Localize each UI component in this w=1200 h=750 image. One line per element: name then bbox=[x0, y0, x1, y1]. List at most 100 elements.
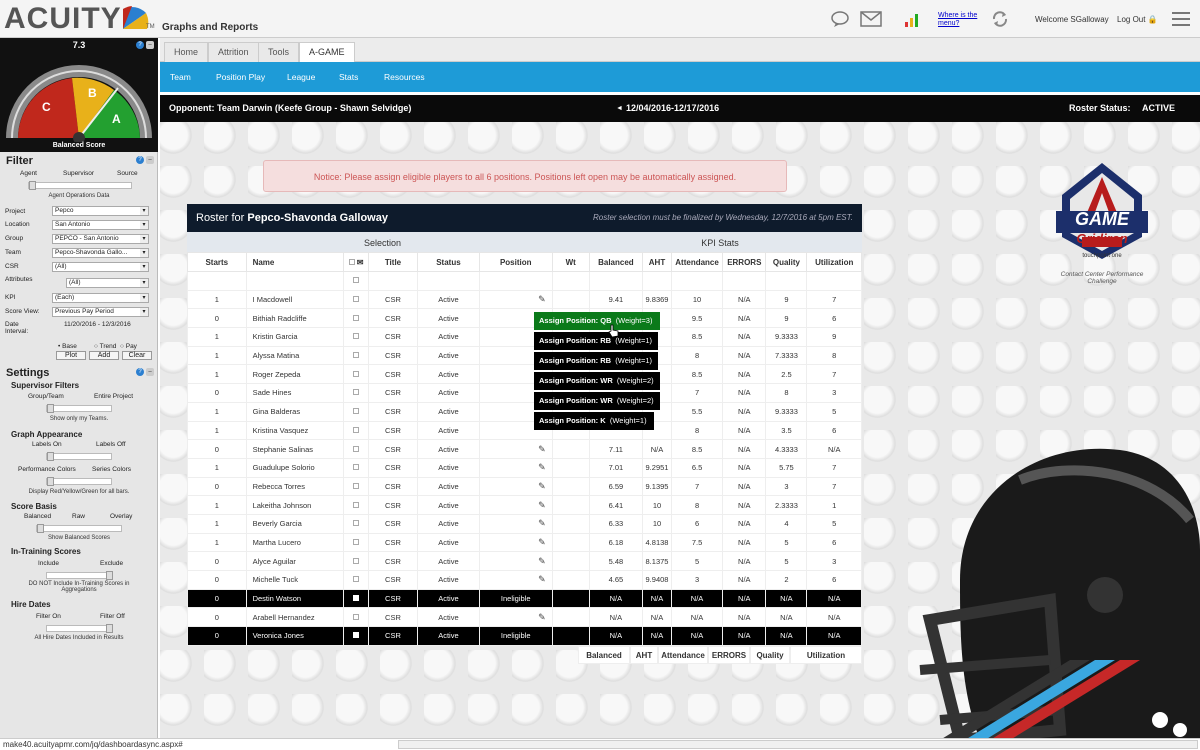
tab-attrition[interactable]: Attrition bbox=[208, 42, 259, 62]
subnav-team[interactable]: Team bbox=[170, 72, 191, 82]
table-row[interactable]: 0 Sade Hines CSR Active 7 N/A 8 3 bbox=[187, 383, 862, 403]
row-checkbox[interactable] bbox=[352, 576, 359, 583]
table-row[interactable]: 1 Lakeitha Johnson CSR Active ✎ 6.41 10 8 N/A 2.3… bbox=[187, 495, 862, 515]
row-checkbox[interactable] bbox=[352, 389, 359, 396]
where-is-menu-link[interactable]: Where is the menu? bbox=[938, 12, 978, 28]
plot-button[interactable]: Plot bbox=[56, 351, 86, 360]
collapse-icon[interactable]: – bbox=[146, 368, 154, 376]
scope-slider[interactable] bbox=[28, 181, 132, 190]
edit-position-icon[interactable]: ✎ bbox=[538, 537, 546, 548]
row-checkbox[interactable] bbox=[352, 445, 359, 452]
base-radio[interactable]: • Base bbox=[58, 343, 77, 350]
bar-chart-icon[interactable] bbox=[904, 10, 922, 28]
edit-position-icon[interactable]: ✎ bbox=[538, 500, 546, 511]
in-training-slider[interactable] bbox=[46, 571, 113, 580]
row-checkbox[interactable] bbox=[352, 370, 359, 377]
col-quality[interactable]: Quality bbox=[765, 252, 808, 272]
row-checkbox[interactable] bbox=[352, 333, 359, 340]
row-checkbox[interactable] bbox=[352, 595, 359, 602]
edit-position-icon[interactable]: ✎ bbox=[538, 481, 546, 492]
row-checkbox[interactable] bbox=[352, 296, 359, 303]
trend-radio[interactable]: ○ Trend bbox=[94, 343, 116, 350]
colors-slider[interactable] bbox=[46, 477, 112, 486]
supervisor-filter-slider[interactable] bbox=[46, 404, 112, 413]
col-select-all[interactable]: ✉ bbox=[343, 252, 369, 272]
col-name[interactable]: Name bbox=[245, 252, 345, 272]
tab-tools[interactable]: Tools bbox=[258, 42, 300, 62]
clear-button[interactable]: Clear bbox=[122, 351, 152, 360]
table-row[interactable]: 1 Martha Lucero CSR Active ✎ 6.18 4.8138 7.5 N/A… bbox=[187, 532, 862, 553]
edit-position-icon[interactable]: ✎ bbox=[538, 444, 546, 455]
edit-position-icon[interactable]: ✎ bbox=[538, 556, 546, 567]
row-checkbox[interactable] bbox=[352, 314, 359, 321]
table-row[interactable]: 0 Veronica Jones CSR Active Ineligible N/A N/A… bbox=[187, 626, 862, 646]
row-checkbox[interactable] bbox=[352, 426, 359, 433]
col-title[interactable]: Title bbox=[367, 252, 419, 272]
assign-k-option[interactable]: Assign Position: K (Weight=1) bbox=[534, 412, 654, 430]
edit-position-icon[interactable]: ✎ bbox=[538, 294, 546, 305]
col-position[interactable]: Position bbox=[478, 252, 553, 272]
hamburger-menu-icon[interactable] bbox=[1172, 12, 1190, 26]
prev-period-icon[interactable]: ◄ bbox=[616, 95, 623, 122]
table-row[interactable]: 0 Stephanie Salinas CSR Active ✎ 7.11 N/A 8.5 N/… bbox=[187, 439, 862, 459]
row-checkbox[interactable] bbox=[352, 408, 359, 415]
edit-position-icon[interactable]: ✎ bbox=[538, 462, 546, 473]
location-select[interactable]: San Antonio bbox=[52, 220, 149, 230]
row-checkbox[interactable] bbox=[352, 632, 359, 639]
help-icon[interactable]: ? bbox=[136, 368, 144, 376]
col-status[interactable]: Status bbox=[417, 252, 480, 272]
col-errors[interactable]: ERRORS bbox=[722, 252, 767, 272]
row-checkbox[interactable] bbox=[352, 520, 359, 527]
mail-icon[interactable] bbox=[860, 10, 882, 28]
assign-wr-option[interactable]: Assign Position: WR (Weight=2) bbox=[534, 372, 660, 390]
help-icon[interactable]: ? bbox=[136, 156, 144, 164]
table-row[interactable]: 1 Beverly Garcia CSR Active ✎ 6.33 10 6 N/A 4 5 bbox=[187, 513, 862, 534]
kpi-select[interactable]: (Each) bbox=[52, 293, 149, 303]
subnav-resources[interactable]: Resources bbox=[384, 72, 425, 82]
table-row[interactable]: 0 Destin Watson CSR Active Ineligible N/A N/A N… bbox=[187, 588, 862, 609]
score-basis-slider[interactable] bbox=[36, 524, 122, 533]
row-checkbox[interactable] bbox=[352, 613, 359, 620]
logout-link[interactable]: Log Out 🔒 bbox=[1117, 15, 1158, 24]
hire-dates-slider[interactable] bbox=[46, 624, 113, 633]
table-row[interactable]: 1 Alyssa Matina CSR Active 8 N/A 7.3333 8 bbox=[187, 345, 862, 366]
assign-qb-option[interactable]: Assign Position: QB (Weight=3) bbox=[534, 312, 660, 330]
col-starts[interactable]: Starts bbox=[187, 252, 247, 272]
attributes-select[interactable]: (All) bbox=[66, 278, 149, 288]
horizontal-scrollbar[interactable] bbox=[398, 740, 1198, 749]
edit-position-icon[interactable]: ✎ bbox=[538, 574, 546, 585]
row-checkbox[interactable] bbox=[352, 464, 359, 471]
table-row[interactable]: 1 Roger Zepeda CSR Active 8.5 N/A 2.5 7 bbox=[187, 364, 862, 385]
table-row[interactable]: 0 Bithiah Radcliffe CSR Active 9.5 N/A 9 6 bbox=[187, 308, 862, 329]
team-select[interactable]: Pepco-Shavonda Gallo... bbox=[52, 248, 149, 258]
edit-position-icon[interactable]: ✎ bbox=[538, 612, 546, 623]
help-icon[interactable]: ? bbox=[136, 41, 144, 49]
assign-wr-option[interactable]: Assign Position: WR (Weight=2) bbox=[534, 392, 660, 410]
select-all-checkbox[interactable] bbox=[348, 258, 355, 265]
subnav-stats[interactable]: Stats bbox=[339, 72, 358, 82]
envelope-icon[interactable]: ✉ bbox=[357, 258, 364, 267]
assign-rb-option[interactable]: Assign Position: RB (Weight=1) bbox=[534, 352, 658, 370]
tab-a-game[interactable]: A-GAME bbox=[299, 42, 355, 62]
table-row[interactable]: 1 Guadulupe Solorio CSR Active ✎ 7.01 9.2951 6.… bbox=[187, 457, 862, 478]
table-row[interactable]: 0 Alyce Aguilar CSR Active ✎ 5.48 8.1375 5 N/A 5 3 bbox=[187, 551, 862, 571]
subnav-league[interactable]: League bbox=[287, 72, 315, 82]
edit-position-icon[interactable]: ✎ bbox=[538, 518, 546, 529]
row-checkbox[interactable] bbox=[352, 352, 359, 359]
row-checkbox[interactable] bbox=[352, 501, 359, 508]
sync-icon[interactable] bbox=[990, 10, 1010, 28]
table-row[interactable]: 0 Arabell Hernandez CSR Active ✎ N/A N/A N/A N/A… bbox=[187, 607, 862, 628]
csr-select[interactable]: (All) bbox=[52, 262, 149, 272]
table-row[interactable]: 0 Michelle Tuck CSR Active ✎ 4.65 9.9408 3 N/A 2 6 bbox=[187, 570, 862, 590]
pay-radio[interactable]: ○ Pay bbox=[120, 343, 137, 350]
row-checkbox[interactable] bbox=[352, 482, 359, 489]
row-checkbox[interactable] bbox=[352, 557, 359, 564]
filter-checkbox[interactable] bbox=[352, 277, 359, 284]
col-balanced[interactable]: Balanced bbox=[588, 252, 644, 272]
table-row[interactable]: 0 Rebecca Torres CSR Active ✎ 6.59 9.1395 7 N/A 3… bbox=[187, 476, 862, 497]
table-row[interactable]: 1 Gina Balderas CSR Active 5.5 N/A 9.3333 5 bbox=[187, 401, 862, 422]
collapse-icon[interactable]: – bbox=[146, 156, 154, 164]
col-aht[interactable]: AHT bbox=[642, 252, 672, 272]
group-select[interactable]: PEPCO - San Antonio bbox=[52, 234, 149, 244]
add-button[interactable]: Add bbox=[89, 351, 119, 360]
